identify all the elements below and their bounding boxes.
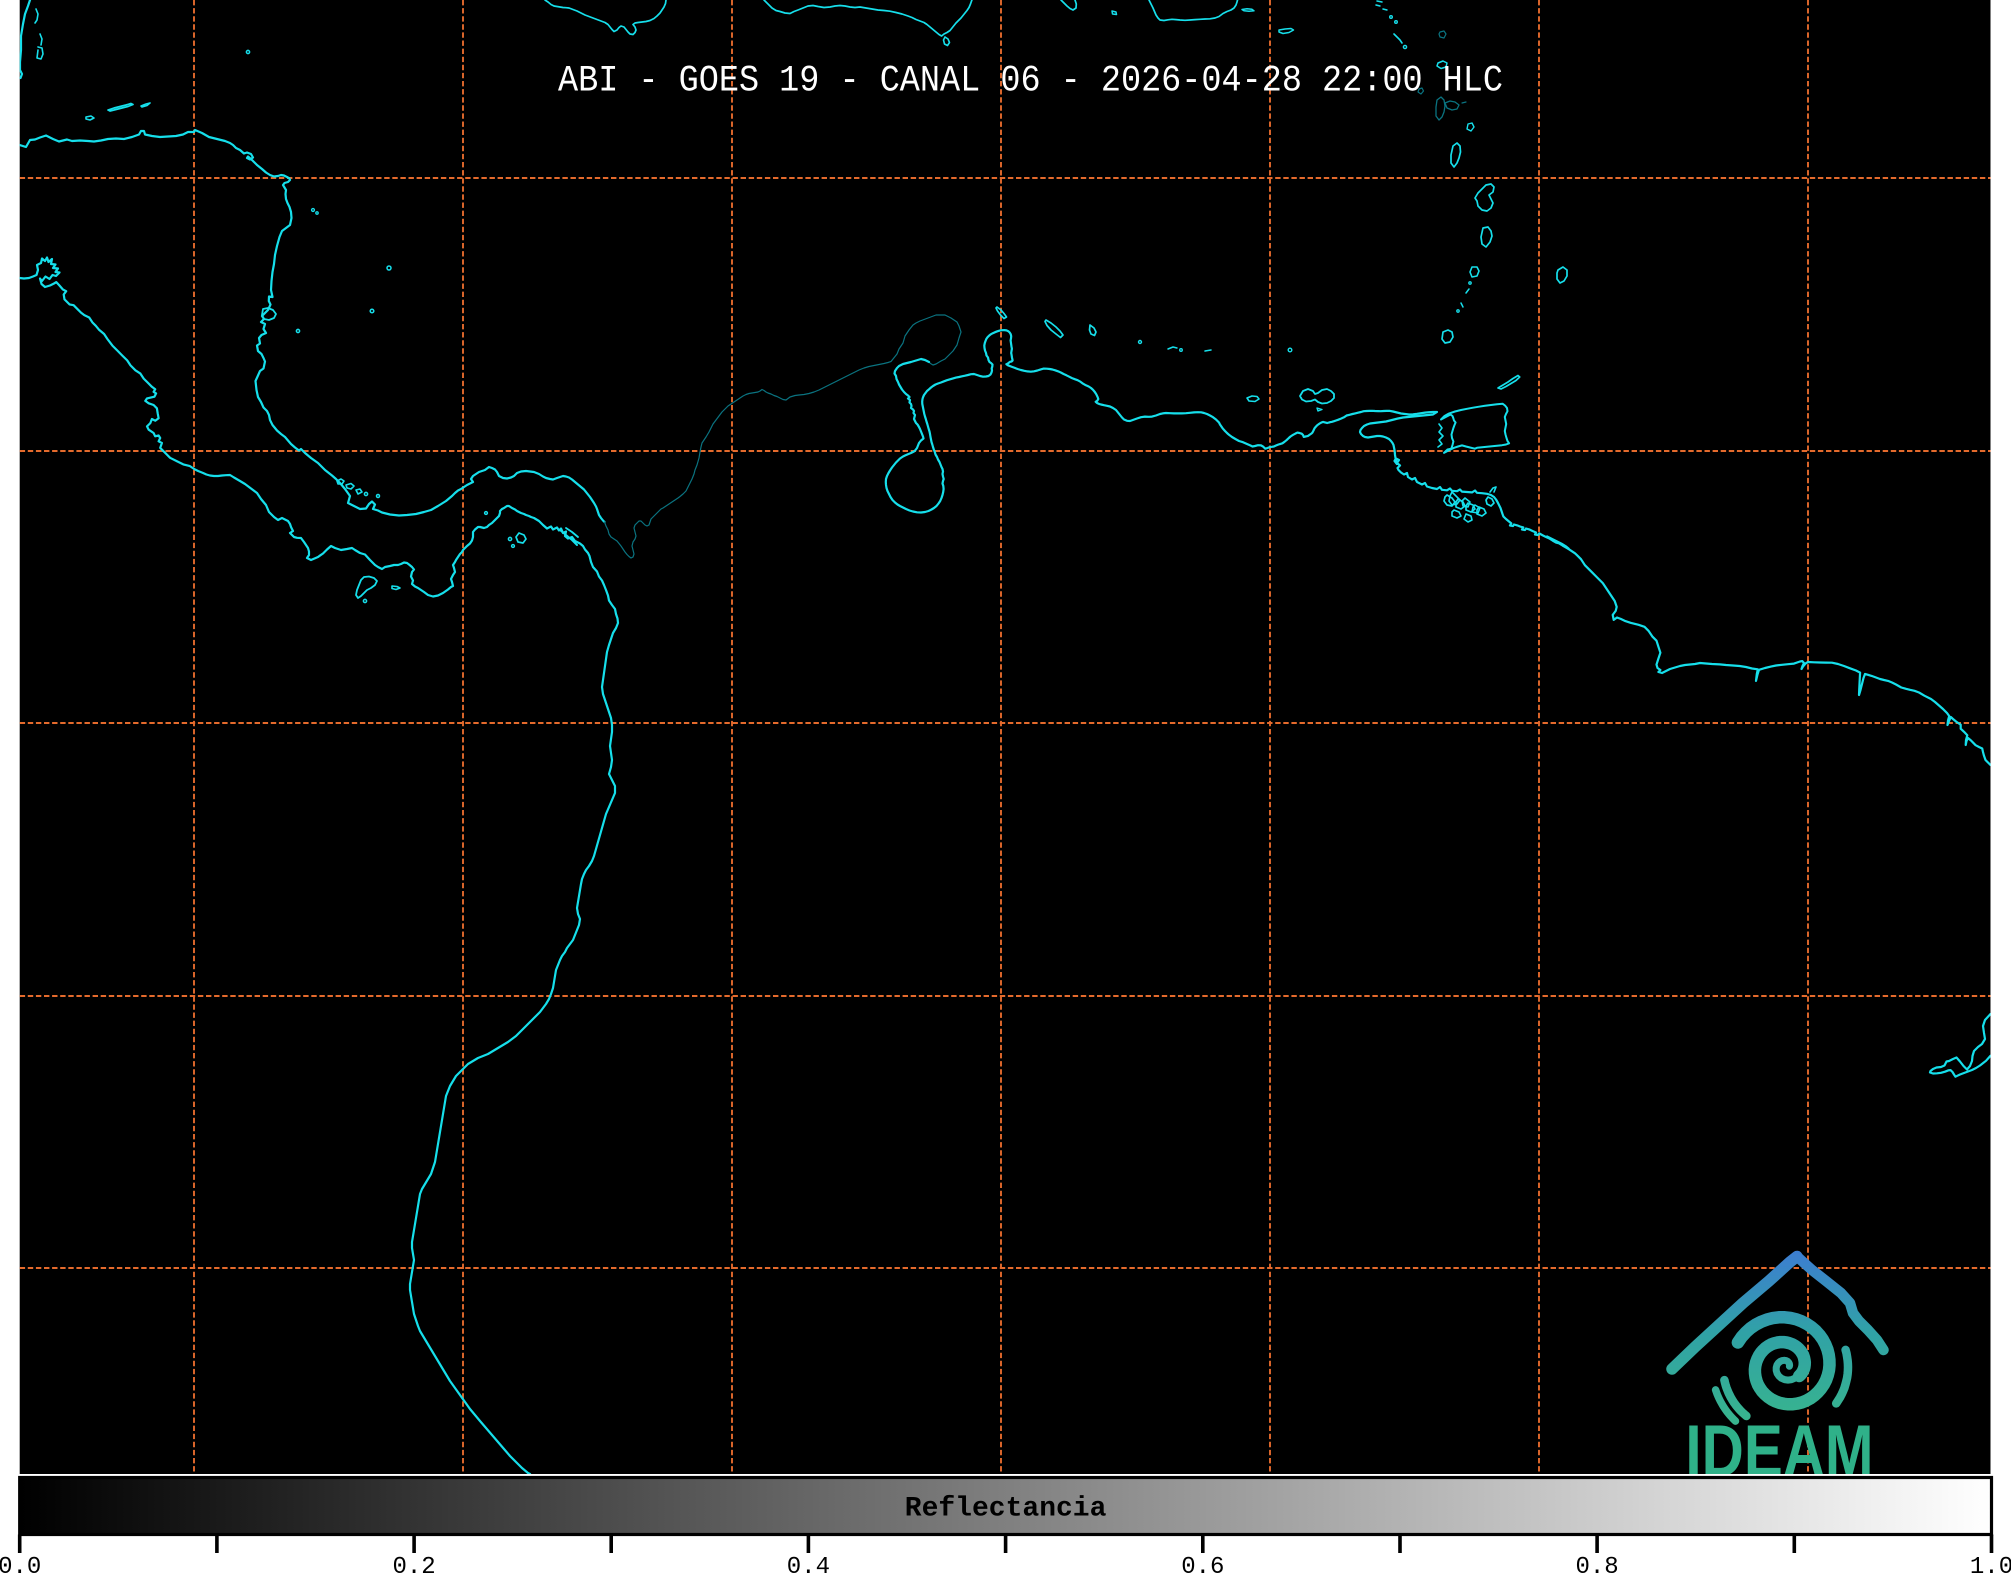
- svg-text:ABI - GOES 19 - CANAL 06 - 202: ABI - GOES 19 - CANAL 06 - 2026-04-28 22…: [558, 61, 1503, 103]
- svg-text:0.4: 0.4: [787, 1554, 830, 1577]
- svg-text:1.0: 1.0: [1970, 1554, 2011, 1577]
- svg-text:0.0: 0.0: [0, 1554, 41, 1577]
- svg-text:Reflectancia: Reflectancia: [905, 1494, 1107, 1525]
- svg-text:0.2: 0.2: [392, 1554, 435, 1577]
- svg-text:0.8: 0.8: [1575, 1554, 1618, 1577]
- svg-text:0.6: 0.6: [1181, 1554, 1224, 1577]
